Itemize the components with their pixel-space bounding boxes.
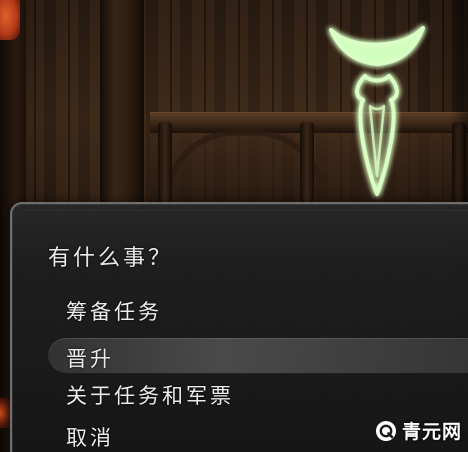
option-promotion[interactable]: 晋升 — [66, 343, 114, 373]
option-about-tasks-and-seals[interactable]: 关于任务和军票 — [66, 380, 234, 410]
railing-post — [300, 122, 314, 212]
watermark: 青元网 — [375, 417, 462, 444]
dialog-top-line — [22, 210, 468, 211]
railing-post — [158, 122, 172, 212]
red-lantern — [0, 0, 20, 40]
option-preparation-task[interactable]: 筹备任务 — [66, 296, 162, 326]
q-logo-icon — [375, 420, 396, 441]
game-scene: 有什么事？ 筹备任务 晋升 关于任务和军票 取消 青元网 — [0, 0, 468, 452]
dialog-window: 有什么事？ 筹备任务 晋升 关于任务和军票 取消 — [10, 202, 468, 452]
watermark-text: 青元网 — [401, 421, 462, 443]
center-wooden-pillar — [100, 0, 144, 210]
option-cancel[interactable]: 取消 — [66, 422, 114, 452]
dialog-prompt: 有什么事？ — [48, 246, 174, 271]
quest-marker-icon — [325, 18, 430, 203]
